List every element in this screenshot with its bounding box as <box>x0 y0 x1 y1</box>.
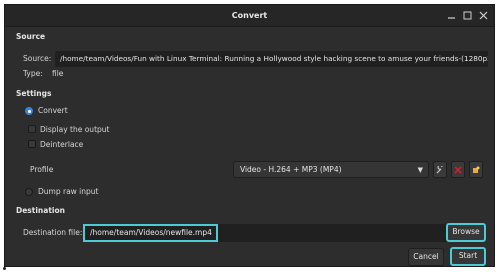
start-button[interactable]: Start <box>450 247 486 266</box>
maximize-icon[interactable] <box>461 9 474 22</box>
convert-radio-label[interactable]: Convert <box>38 106 68 115</box>
source-path-field: /home/team/Videos/Fun with Linux Termina… <box>55 51 488 67</box>
dump-raw-label[interactable]: Dump raw input <box>38 187 98 196</box>
desktop-dot <box>3 267 6 270</box>
source-label: Source: <box>23 54 52 63</box>
wrench-icon <box>436 164 444 176</box>
browse-button[interactable]: Browse <box>446 223 486 242</box>
display-output-checkbox[interactable] <box>28 125 36 133</box>
dump-raw-radio[interactable] <box>25 188 33 196</box>
source-section-label: Source <box>16 32 46 41</box>
edit-profile-button[interactable] <box>433 161 447 178</box>
close-icon[interactable] <box>477 9 490 22</box>
deinterlace-checkbox[interactable] <box>28 140 36 148</box>
destination-file-label: Destination file: <box>23 228 83 237</box>
type-value: file <box>52 69 64 78</box>
destination-file-input[interactable]: /home/team/Videos/newfile.mp4 <box>83 224 218 242</box>
settings-section-label: Settings <box>16 89 52 98</box>
deinterlace-label[interactable]: Deinterlace <box>40 140 83 149</box>
cancel-button[interactable]: Cancel <box>408 248 444 266</box>
new-profile-button[interactable] <box>469 161 483 178</box>
destination-section-label: Destination <box>16 206 65 215</box>
chevron-down-icon: ▼ <box>417 166 423 174</box>
display-output-label[interactable]: Display the output <box>40 125 109 134</box>
minimize-icon[interactable] <box>445 9 458 22</box>
new-profile-icon <box>472 166 480 176</box>
profile-label: Profile <box>30 165 54 174</box>
profile-select-value: Video - H.264 + MP3 (MP4) <box>240 165 342 174</box>
delete-profile-button[interactable] <box>451 161 465 178</box>
convert-dialog: Convert Source Source: /home/team/Videos… <box>4 4 495 267</box>
window-title: Convert <box>231 11 268 20</box>
destination-field-background <box>218 224 448 242</box>
title-bar: Convert <box>5 5 494 27</box>
type-label: Type: <box>23 69 43 78</box>
convert-radio[interactable] <box>25 107 33 115</box>
delete-x-icon <box>454 166 462 176</box>
profile-select[interactable]: Video - H.264 + MP3 (MP4) ▼ <box>233 161 429 178</box>
